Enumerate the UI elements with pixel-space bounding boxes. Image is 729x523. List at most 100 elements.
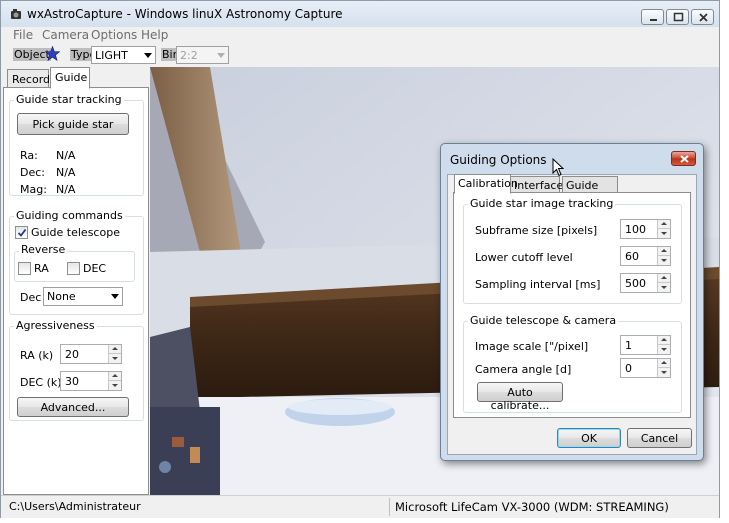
cutoff-value: 60 [625, 250, 639, 263]
bin-select-value: 2:2 [180, 49, 198, 62]
reverse-ra-checkbox[interactable] [18, 262, 31, 275]
pick-guide-star-button[interactable]: Pick guide star [17, 113, 129, 135]
camera-angle-spinner[interactable]: 0 [620, 358, 671, 378]
spin-down-icon[interactable] [657, 283, 670, 292]
chevron-down-icon [111, 294, 119, 299]
group-title: Agressiveness [14, 319, 97, 332]
cutoff-spinner[interactable]: 60 [620, 246, 671, 266]
close-window-button[interactable] [691, 9, 714, 25]
sampling-value: 500 [625, 277, 646, 290]
ra-k-value: 20 [65, 348, 79, 361]
subframe-label: Subframe size [pixels] [475, 224, 598, 237]
toolbar: Object Type LIGHT Bin 2:2 [1, 45, 719, 67]
status-bar: C:\Users\Administrateur Microsoft LifeCa… [1, 495, 719, 518]
status-path: C:\Users\Administrateur [9, 500, 141, 513]
guiding-commands-group: Guiding commands Guide telescope Reverse… [9, 209, 144, 315]
sampling-label: Sampling interval [ms] [475, 278, 601, 291]
guide-telescope-checkbox[interactable] [15, 226, 28, 239]
menu-help[interactable]: Help [141, 28, 168, 42]
guiding-options-dialog: Guiding Options Interface Guide Port Gui… [440, 143, 704, 461]
ra-k-spinner[interactable]: 20 [60, 344, 122, 364]
spin-up-icon[interactable] [657, 220, 670, 229]
window-title: wxAstroCapture - Windows linuX Astronomy… [27, 7, 343, 21]
tab-calibration[interactable]: Calibration [454, 174, 518, 194]
dialog-close-button[interactable] [671, 151, 696, 166]
spin-up-icon[interactable] [657, 359, 670, 368]
tab-record-label: Record [12, 73, 51, 86]
left-panel: Record Guide star tracking Pick guide st… [3, 67, 149, 495]
type-select[interactable]: LIGHT [91, 46, 156, 64]
spin-down-icon[interactable] [657, 345, 670, 354]
ok-button[interactable]: OK [557, 428, 621, 448]
type-select-value: LIGHT [95, 49, 128, 62]
maximize-icon [673, 12, 684, 22]
menu-camera[interactable]: Camera [42, 28, 89, 42]
image-tracking-group: Guide star image tracking Subframe size … [463, 197, 682, 304]
spin-up-icon[interactable] [657, 336, 670, 345]
dec-mode-select[interactable]: None [43, 287, 123, 306]
spin-down-icon[interactable] [108, 381, 121, 390]
dec-k-label: DEC (k) [20, 376, 62, 389]
dec-mode-value: None [47, 290, 76, 303]
spin-up-icon[interactable] [657, 247, 670, 256]
camera-angle-label: Camera angle [d] [475, 363, 572, 376]
group-title: Guide star tracking [14, 93, 124, 106]
spin-down-icon[interactable] [657, 229, 670, 238]
tab-calibration-label: Calibration [458, 177, 518, 190]
image-scale-spinner[interactable]: 1 [620, 335, 671, 355]
cancel-button[interactable]: Cancel [627, 428, 692, 448]
reverse-ra-label: RA [34, 262, 49, 275]
subframe-spinner[interactable]: 100 [620, 219, 671, 239]
status-camera: Microsoft LifeCam VX-3000 (WDM: STREAMIN… [395, 500, 669, 514]
mag-label: Mag: [20, 183, 47, 196]
image-scale-label: Image scale ["/pixel] [475, 340, 589, 353]
dec-k-value: 30 [65, 375, 79, 388]
auto-calibrate-button[interactable]: Auto calibrate... [477, 382, 563, 412]
guide-tab-pane: Guide star tracking Pick guide star Ra: … [3, 87, 149, 495]
advanced-button[interactable]: Advanced... [17, 397, 129, 417]
maximize-button[interactable] [666, 9, 689, 25]
spin-down-icon[interactable] [657, 368, 670, 377]
spin-up-icon[interactable] [657, 274, 670, 283]
close-icon [680, 155, 689, 163]
spin-down-icon[interactable] [657, 256, 670, 265]
mag-value: N/A [56, 183, 76, 196]
menu-file[interactable]: File [13, 28, 33, 42]
tab-record[interactable]: Record [7, 69, 51, 89]
spin-up-icon[interactable] [108, 372, 121, 381]
minimize-icon [650, 19, 657, 21]
tab-guide[interactable]: Guide [50, 67, 90, 89]
reverse-group: Reverse RA DEC [14, 243, 135, 282]
dec-mode-label: Dec [20, 291, 42, 304]
star-icon[interactable] [45, 46, 60, 61]
reverse-dec-label: DEC [83, 262, 107, 275]
telescope-camera-group: Guide telescope & camera Image scale ["/… [463, 314, 682, 413]
title-bar[interactable]: wxAstroCapture - Windows linuX Astronomy… [1, 1, 719, 27]
dec-k-spinner[interactable]: 30 [60, 371, 122, 391]
minimize-button[interactable] [641, 9, 664, 25]
chevron-down-icon [144, 53, 152, 58]
dec-label: Dec: [20, 166, 45, 179]
ra-value: N/A [56, 149, 76, 162]
group-title: Guiding commands [14, 209, 125, 222]
menu-options[interactable]: Options [91, 28, 137, 42]
mouse-cursor-icon [552, 158, 564, 177]
reverse-dec-checkbox[interactable] [67, 262, 80, 275]
group-title: Guide star image tracking [468, 197, 616, 210]
ra-label: Ra: [20, 149, 38, 162]
dialog-title: Guiding Options [450, 153, 547, 167]
group-title: Reverse [19, 243, 68, 256]
dec-value: N/A [56, 166, 76, 179]
tab-interface-label: Interface [514, 179, 564, 192]
menu-bar: File Camera Options Help [1, 27, 719, 45]
bin-select[interactable]: 2:2 [176, 46, 229, 64]
spin-down-icon[interactable] [108, 354, 121, 363]
aggressiveness-group: Agressiveness RA (k) 20 DEC (k) 30 Advan… [9, 319, 144, 421]
close-icon [699, 13, 708, 22]
spin-up-icon[interactable] [108, 345, 121, 354]
group-title: Guide telescope & camera [468, 314, 619, 327]
calibration-pane: Guide star image tracking Subframe size … [453, 192, 691, 418]
status-separator [389, 498, 390, 516]
sampling-spinner[interactable]: 500 [620, 273, 671, 293]
guide-star-tracking-group: Guide star tracking Pick guide star Ra: … [9, 93, 144, 196]
